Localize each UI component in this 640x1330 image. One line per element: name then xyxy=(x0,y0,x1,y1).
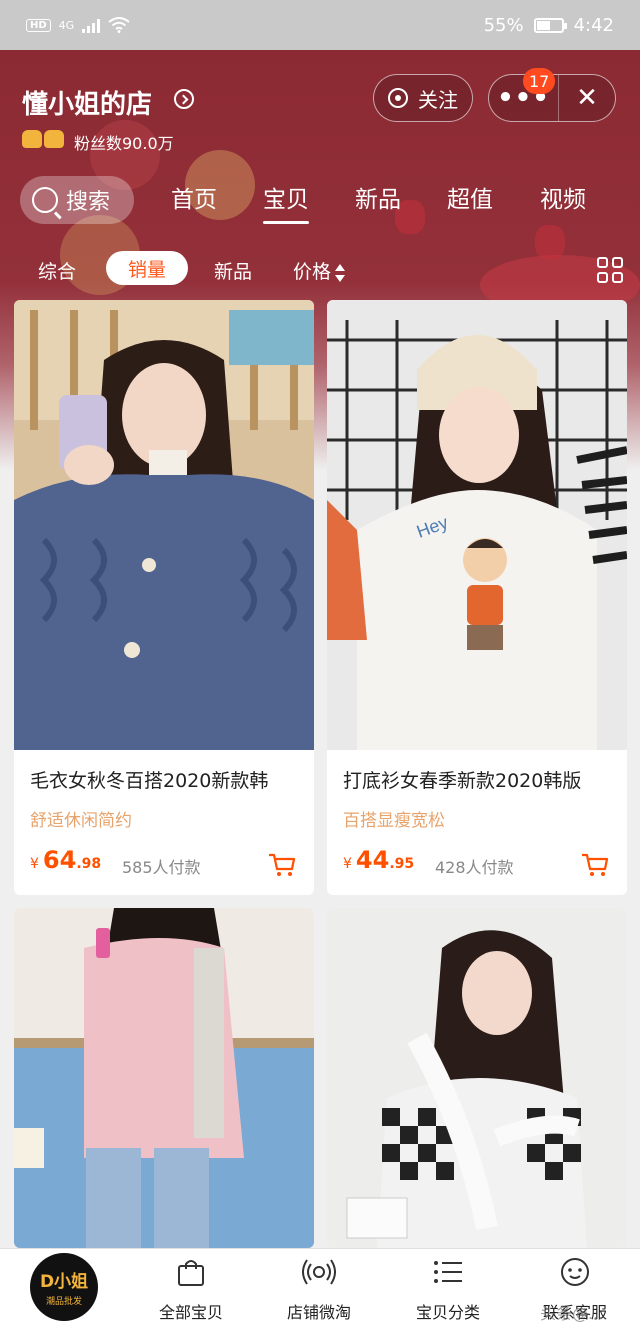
tab-categories[interactable]: 宝贝分类 xyxy=(388,1257,508,1323)
shop-name[interactable]: 懂小姐的店 xyxy=(22,84,152,121)
notification-badge: 17 xyxy=(523,68,556,94)
broadcast-icon xyxy=(388,88,408,108)
tab-items[interactable]: 宝贝 xyxy=(263,180,309,224)
status-bar: HD 4G 55% 4:42 xyxy=(0,0,640,50)
product-title[interactable]: 打底衫女春季新款2020韩版 xyxy=(343,766,581,793)
product-price: ¥ 44 .95 xyxy=(343,846,414,874)
filter-sales[interactable]: 销量 xyxy=(106,251,188,285)
price-integer: 64 xyxy=(42,846,77,874)
logo-text: D小姐 xyxy=(39,1272,89,1292)
battery-percent: 55% xyxy=(483,14,524,36)
currency-symbol: ¥ xyxy=(30,856,39,872)
tab-shop-feed[interactable]: 店铺微淘 xyxy=(259,1257,379,1323)
chat-face-icon xyxy=(561,1258,589,1286)
sort-icon xyxy=(335,263,346,282)
price-decimal: .98 xyxy=(76,856,102,872)
clock: 4:42 xyxy=(573,14,614,36)
tab-all-items[interactable]: 全部宝贝 xyxy=(131,1257,251,1323)
currency-symbol: ¥ xyxy=(343,856,352,872)
filter-price-label: 价格 xyxy=(293,261,332,283)
filter-overall[interactable]: 综合 xyxy=(38,257,76,284)
price-integer: 44 xyxy=(355,846,390,874)
cart-icon[interactable] xyxy=(268,852,296,878)
follow-button[interactable]: 关注 xyxy=(373,74,473,122)
lantern-decoration xyxy=(535,225,565,259)
fans-count: 粉丝数90.0万 xyxy=(74,134,174,153)
filter-price[interactable]: 价格 xyxy=(293,257,346,284)
crown-icon xyxy=(22,130,42,148)
product-image[interactable] xyxy=(14,300,314,750)
broadcast-icon xyxy=(302,1259,336,1285)
product-title[interactable]: 毛衣女秋冬百搭2020新款韩 xyxy=(30,766,268,793)
network-type: 4G xyxy=(58,18,75,32)
tab-new[interactable]: 新品 xyxy=(355,180,401,214)
signal-icon xyxy=(82,17,101,33)
tab-categories-label: 宝贝分类 xyxy=(415,1303,480,1322)
bag-icon xyxy=(178,1260,204,1286)
search-icon xyxy=(32,187,58,213)
product-card[interactable] xyxy=(327,908,627,1248)
cart-icon[interactable] xyxy=(581,852,609,878)
product-image[interactable] xyxy=(14,908,314,1248)
price-decimal: .95 xyxy=(389,856,415,872)
product-tag: 舒适休闲简约 xyxy=(30,811,132,831)
shop-logo[interactable]: D小姐 潮品批发 xyxy=(30,1253,98,1321)
watermark: 头条@... xyxy=(540,1304,604,1323)
grid-view-icon[interactable] xyxy=(597,257,623,283)
tab-all-items-label: 全部宝贝 xyxy=(158,1303,223,1322)
crown-icon xyxy=(44,130,64,148)
battery-icon xyxy=(533,17,567,33)
sold-count: 428人付款 xyxy=(435,858,514,877)
filter-new[interactable]: 新品 xyxy=(214,257,252,284)
chevron-right-icon[interactable] xyxy=(174,89,194,109)
product-tag: 百搭显瘦宽松 xyxy=(343,811,445,831)
tab-video[interactable]: 视频 xyxy=(540,180,586,214)
list-icon xyxy=(434,1261,462,1283)
product-image[interactable] xyxy=(327,908,627,1248)
crown-rating xyxy=(22,130,64,148)
hd-badge: HD xyxy=(26,18,51,32)
product-price: ¥ 64 .98 xyxy=(30,846,101,874)
wifi-icon xyxy=(108,17,130,33)
sold-count: 585人付款 xyxy=(122,858,201,877)
product-card[interactable]: 毛衣女秋冬百搭2020新款韩 舒适休闲简约 ¥ 64 .98 585人付款 xyxy=(14,300,314,895)
product-card[interactable] xyxy=(14,908,314,1248)
follow-label: 关注 xyxy=(418,87,458,112)
product-image[interactable]: Hey xyxy=(327,300,627,750)
logo-subtext: 潮品批发 xyxy=(45,1297,82,1307)
tab-shop-feed-label: 店铺微淘 xyxy=(286,1303,351,1322)
product-card[interactable]: Hey 打底衫女春季新款2020韩版 百搭显瘦宽松 ¥ 44 .95 428人付… xyxy=(327,300,627,895)
tab-home[interactable]: 首页 xyxy=(171,180,217,214)
search-button[interactable]: 搜索 xyxy=(20,176,134,224)
search-label: 搜索 xyxy=(66,190,111,215)
close-button[interactable]: ✕ xyxy=(559,75,615,121)
tab-deals[interactable]: 超值 xyxy=(447,180,493,214)
